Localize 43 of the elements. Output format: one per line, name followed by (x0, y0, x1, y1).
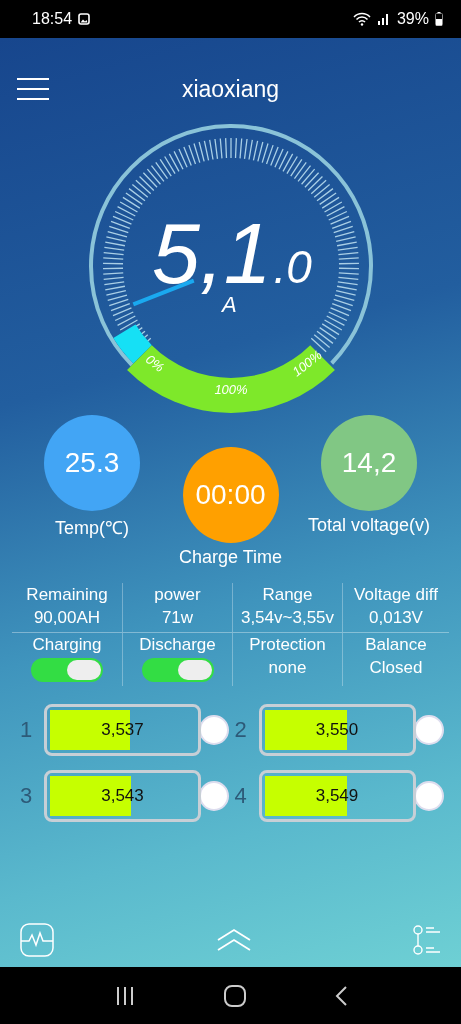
control-label: Discharge (139, 635, 216, 655)
menu-icon[interactable] (17, 78, 49, 100)
toggle-switch[interactable] (31, 658, 103, 682)
cell-number: 3 (20, 783, 34, 809)
indicator-value: 25.3 (64, 447, 120, 479)
stat-label: Range (262, 585, 313, 605)
cell-number: 4 (234, 783, 248, 809)
current-decimal: .0 (273, 240, 312, 294)
indicator-value: 14,2 (341, 447, 397, 479)
cell-number: 2 (234, 717, 248, 743)
recents-icon[interactable] (114, 986, 135, 1005)
indicator-label: Temp(℃) (55, 517, 129, 539)
stat-value: 0,013V (369, 608, 423, 628)
cell-number: 1 (20, 717, 34, 743)
chevrons-up-icon[interactable] (215, 928, 252, 952)
activity-icon[interactable] (20, 923, 54, 957)
back-icon[interactable] (334, 985, 347, 1006)
app-title: xiaoxiang (181, 75, 280, 103)
stat-label: Voltage diff (354, 585, 438, 605)
stat-label: power (154, 585, 201, 605)
indicator-value: 00:00 (195, 479, 266, 511)
timeline-icon[interactable] (413, 923, 441, 957)
image-icon (78, 13, 91, 25)
control-value: none (268, 658, 307, 678)
stat-value: 3,54v~3,55v (240, 608, 335, 628)
control-value: Closed (369, 658, 423, 678)
stat-value: 71w (161, 608, 194, 628)
control-label: Charging (32, 635, 102, 655)
signal-icon (376, 13, 389, 25)
band-label: 100% (213, 382, 248, 397)
stat-label: Remaining (26, 585, 108, 605)
stat-value: 90,00AH (33, 608, 101, 628)
control-label: Protection (249, 635, 326, 655)
status-time: 18:54 (32, 10, 73, 28)
toggle-switch[interactable] (141, 658, 214, 682)
band-label: 0% (142, 351, 167, 375)
indicator-label: Charge Time (179, 547, 283, 568)
home-icon[interactable] (223, 984, 246, 1007)
battery-percent: 39% (396, 10, 429, 28)
wifi-icon (352, 12, 371, 26)
indicator-label: Total voltage(v) (307, 515, 431, 536)
battery-icon (435, 12, 443, 26)
control-label: Balance (365, 635, 427, 655)
